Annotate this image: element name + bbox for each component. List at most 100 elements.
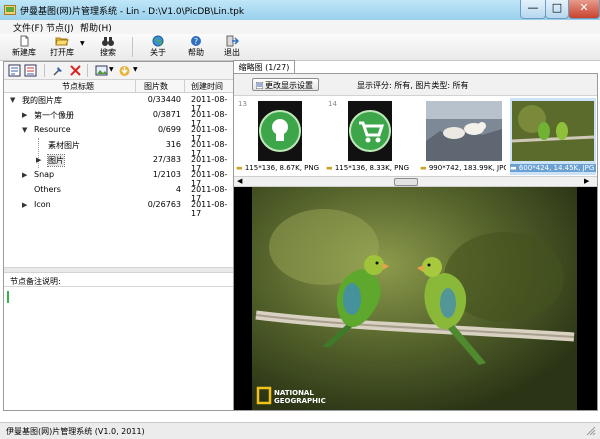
tree-node-count: 0/3871 bbox=[152, 110, 181, 119]
tree-toolbar: ▼ ▼ bbox=[4, 62, 233, 80]
menu-file[interactable]: 文件(F) bbox=[13, 21, 43, 34]
minimize-button[interactable]: — bbox=[520, 0, 546, 19]
lightbulb-icon bbox=[258, 101, 302, 161]
tree-toolbar-divider bbox=[44, 64, 45, 77]
about-button[interactable]: 关于 bbox=[144, 34, 172, 60]
pin-icon[interactable] bbox=[52, 64, 65, 77]
tab-thumbnails[interactable]: 缩略图 (1/27) bbox=[233, 60, 295, 74]
menu-node[interactable]: 节点(J) bbox=[46, 21, 74, 34]
delete-icon[interactable] bbox=[69, 64, 82, 77]
open-library-button[interactable]: 打开库 bbox=[47, 34, 77, 60]
exit-label: 退出 bbox=[224, 48, 240, 57]
help-icon: ? bbox=[191, 36, 201, 46]
exit-button[interactable]: 退出 bbox=[218, 34, 246, 60]
column-header-date[interactable]: 创建时间 bbox=[191, 81, 223, 92]
node-notes-textarea[interactable] bbox=[4, 286, 233, 410]
chevron-down-icon[interactable]: ▼ bbox=[133, 66, 138, 73]
open-library-dropdown[interactable]: ▼ bbox=[79, 34, 87, 60]
window-title: 伊曼基图(网)片管理系统 - Lin - D:\V1.0\PicDB\Lin.t… bbox=[20, 7, 245, 17]
add-node-icon[interactable] bbox=[8, 64, 21, 77]
thumbnail-panel: 更改显示设置 显示评分: 所有, 图片类型: 所有 13 ▬ 115*136, … bbox=[233, 73, 598, 411]
settings-icon bbox=[256, 82, 263, 89]
search-button[interactable]: 搜索 bbox=[94, 34, 122, 60]
image-preview[interactable]: NATIONAL GEOGRAPHIC bbox=[234, 187, 597, 410]
tree-node-name: 图片 bbox=[47, 154, 65, 167]
tree-row-selected[interactable]: ▶ 图片 27/383 2011-08-17 bbox=[4, 153, 233, 173]
tree-row[interactable]: ▼ Resource 0/699 2011-08-17 bbox=[4, 123, 233, 143]
close-button[interactable]: ✕ bbox=[568, 0, 600, 19]
thumbnail-index: 14 bbox=[328, 100, 337, 108]
app-icon bbox=[4, 5, 16, 15]
file-icon: ▬ bbox=[510, 164, 519, 172]
tree-node-count: 316 bbox=[165, 140, 181, 149]
thumbnail-item[interactable]: ▬ 990*742, 183.99K, JPG bbox=[420, 98, 506, 175]
tree-expander[interactable]: ▼ bbox=[10, 96, 15, 104]
scroll-left-arrow-icon[interactable]: ◀ bbox=[237, 177, 242, 185]
tree-row[interactable]: ▶ Snap 1/2103 2011-08-17 bbox=[4, 168, 233, 188]
export-icon[interactable] bbox=[118, 64, 131, 77]
tree-row[interactable]: ▶ 第一个像册 0/3871 2011-08-17 bbox=[4, 108, 233, 128]
tree-node-count: 0/26763 bbox=[147, 200, 181, 209]
new-file-icon bbox=[20, 35, 29, 47]
column-divider[interactable] bbox=[135, 80, 136, 92]
tree-node-name: Others bbox=[34, 185, 61, 194]
maximize-button[interactable]: □ bbox=[545, 0, 569, 19]
thumbnail-caption-text: 115*136, 8.67K, PNG bbox=[244, 164, 320, 172]
tree-node-name: Icon bbox=[34, 200, 51, 209]
new-library-label: 新建库 bbox=[12, 48, 36, 57]
new-library-button[interactable]: 新建库 bbox=[9, 34, 39, 60]
file-icon: ▬ bbox=[236, 164, 245, 172]
edit-node-icon[interactable] bbox=[24, 64, 37, 77]
thumbnail-caption-text: 990*742, 183.99K, JPG bbox=[428, 164, 506, 172]
watermark-line2: GEOGRAPHIC bbox=[274, 397, 326, 405]
main-toolbar: 新建库 打开库 ▼ 搜索 关于 ? 帮助 退出 bbox=[0, 34, 600, 61]
tree-toolbar-divider bbox=[87, 64, 88, 77]
tree-expander[interactable]: ▶ bbox=[22, 171, 27, 179]
tree-column-header: 节点标题 图片数 创建时间 bbox=[4, 80, 233, 93]
title-bar[interactable]: 伊曼基图(网)片管理系统 - Lin - D:\V1.0\PicDB\Lin.t… bbox=[0, 0, 600, 21]
column-header-count[interactable]: 图片数 bbox=[144, 81, 168, 92]
menu-bar: 文件(F) 节点(J) 帮助(H) bbox=[0, 20, 600, 35]
scrollbar-thumb[interactable] bbox=[394, 178, 418, 186]
column-divider[interactable] bbox=[184, 80, 185, 92]
tree-node-count: 27/383 bbox=[152, 155, 181, 164]
tree-expander[interactable]: ▶ bbox=[22, 201, 27, 209]
tree-row[interactable]: ▶ Icon 0/26763 2011-08-17 bbox=[4, 198, 233, 218]
tree-expander[interactable]: ▶ bbox=[22, 111, 27, 119]
tree-node-name: 我的图片库 bbox=[22, 96, 62, 105]
search-label: 搜索 bbox=[100, 48, 116, 57]
change-display-settings-label: 更改显示设置 bbox=[265, 81, 313, 90]
tree-row[interactable]: Others 4 2011-08-17 bbox=[4, 183, 233, 203]
menu-help[interactable]: 帮助(H) bbox=[80, 21, 112, 34]
chevron-down-icon[interactable]: ▼ bbox=[109, 66, 114, 73]
tree-node-count: 0/33440 bbox=[147, 95, 181, 104]
thumbnail-item-selected[interactable]: 16 ▬ 600*424, 14.45K, JPG bbox=[510, 98, 596, 175]
thumbnail-strip: 13 ▬ 115*136, 8.67K, PNG 14 ▬ 115*136, 8… bbox=[234, 96, 597, 177]
filter-status-text: 显示评分: 所有, 图片类型: 所有 bbox=[357, 81, 469, 90]
tree-node-name: Resource bbox=[34, 125, 71, 134]
tree-expander[interactable]: ▶ bbox=[36, 156, 41, 164]
tree-node-name: Snap bbox=[34, 170, 55, 179]
shopping-cart-icon bbox=[348, 101, 392, 161]
thumbnail-item[interactable]: 13 ▬ 115*136, 8.67K, PNG bbox=[236, 98, 322, 175]
node-tree-panel: ▼ ▼ 节点标题 图片数 创建时间 ▼ 我的图片库 0/33440 2011-0… bbox=[3, 61, 234, 411]
thumbnail-caption: ▬ 990*742, 183.99K, JPG bbox=[420, 164, 506, 172]
thumbnail-caption: ▬ 115*136, 8.33K, PNG bbox=[326, 164, 412, 172]
thumbnail-scrollbar[interactable]: ◀ ▶ bbox=[234, 177, 597, 187]
tree-node-date: 2011-08-17 bbox=[191, 200, 228, 218]
panel-splitter[interactable] bbox=[4, 267, 233, 273]
tree-row[interactable]: ▼ 我的图片库 0/33440 2011-08-17 bbox=[4, 93, 233, 113]
tree-expander[interactable]: ▼ bbox=[22, 126, 27, 134]
exit-icon bbox=[226, 35, 239, 47]
thumbnail-item[interactable]: 14 ▬ 115*136, 8.33K, PNG bbox=[326, 98, 412, 175]
scroll-right-arrow-icon[interactable]: ▶ bbox=[584, 177, 589, 185]
image-view-icon[interactable] bbox=[95, 64, 108, 77]
chevron-down-icon: ▼ bbox=[80, 40, 85, 47]
open-folder-icon bbox=[55, 37, 69, 46]
change-display-settings-button[interactable]: 更改显示设置 bbox=[252, 78, 319, 91]
resize-grip-icon[interactable] bbox=[586, 426, 596, 436]
help-button[interactable]: ? 帮助 bbox=[182, 34, 210, 60]
tree-node-count: 0/699 bbox=[157, 125, 181, 134]
tree-row[interactable]: 素材图片 316 2011-08-17 bbox=[4, 138, 233, 168]
column-header-name[interactable]: 节点标题 bbox=[62, 81, 94, 92]
